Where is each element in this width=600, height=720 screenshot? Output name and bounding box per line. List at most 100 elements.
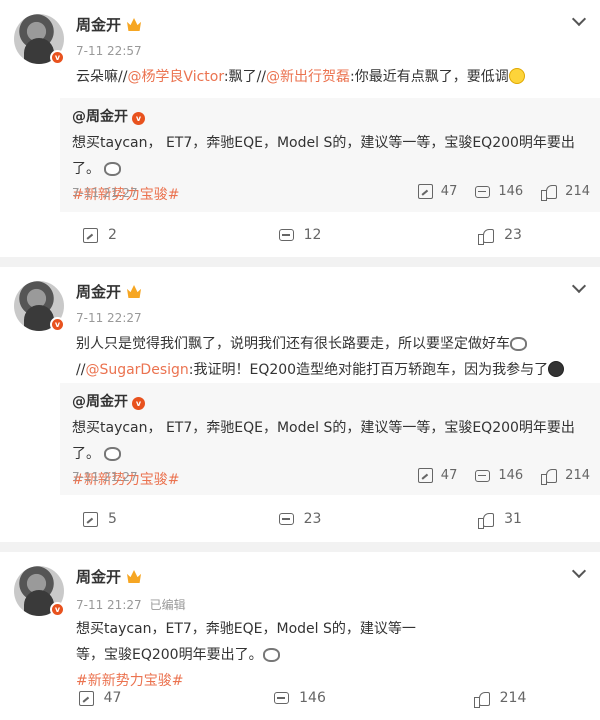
mention-link[interactable]: @杨学良Victor — [127, 69, 223, 85]
quoted-like[interactable]: 214 — [541, 184, 590, 201]
chevron-down-icon[interactable] — [571, 563, 587, 579]
like-count: 23 — [504, 227, 522, 243]
post-text-body: 想买taycan，ET7，奔驰EQE，Model S的，建议等一等，宝骏EQ20… — [76, 621, 416, 663]
repost-button[interactable]: 2 — [0, 227, 200, 243]
author-name-text[interactable]: 周金开 — [76, 568, 121, 586]
like-button[interactable]: 23 — [400, 227, 600, 245]
emoji-icon — [508, 68, 525, 84]
comment-icon — [475, 185, 491, 198]
quoted-author-name[interactable]: @周金开 — [72, 394, 128, 410]
author-name-text[interactable]: 周金开 — [76, 283, 121, 301]
verified-badge: v — [50, 317, 65, 332]
quoted-comment[interactable]: 146 — [475, 468, 523, 483]
quoted-author-name[interactable]: @周金开 — [72, 109, 128, 125]
emoji-icon — [548, 361, 565, 377]
verified-badge: v — [50, 50, 65, 65]
comment-button[interactable]: 146 — [200, 690, 400, 706]
comment-icon — [278, 229, 294, 241]
post-time[interactable]: 7-11 22:57 — [76, 44, 142, 58]
crown-icon — [127, 570, 142, 583]
comment-icon — [274, 692, 290, 704]
like-icon — [541, 184, 558, 201]
text-segment: :你最近有点飘了，要低调 — [350, 69, 509, 85]
repost-count: 47 — [440, 184, 458, 199]
post-time[interactable]: 7-11 22:27 — [76, 311, 142, 325]
share-icon — [83, 511, 99, 527]
quoted-text-body: 想买taycan， ET7，奔驰EQE，Model S的，建议等一等，宝骏EQ2… — [72, 420, 575, 462]
crown-icon — [127, 18, 142, 31]
repost-count: 2 — [108, 227, 117, 243]
share-icon — [83, 227, 99, 243]
quoted-comment[interactable]: 146 — [475, 184, 523, 199]
text-segment: :我证明！EQ200造型绝对能打百万轿跑车，因为我参与了 — [188, 362, 549, 378]
share-icon — [417, 184, 433, 199]
comment-button[interactable]: 12 — [200, 227, 400, 243]
chevron-down-icon[interactable] — [571, 278, 587, 294]
weibo-post: v 周金开 7-11 22:57 云朵嘛//@杨学良Victor:飘了//@新出… — [0, 0, 600, 257]
author-name[interactable]: 周金开 — [76, 566, 142, 587]
weibo-post: v 周金开 7-11 21:27 已编辑 想买taycan，ET7，奔驰EQE，M… — [0, 552, 600, 720]
post-text: 云朵嘛//@杨学良Victor:飘了//@新出行贺磊:你最近有点飘了，要低调 — [76, 64, 582, 90]
quoted-like[interactable]: 214 — [541, 468, 590, 485]
comment-count: 12 — [303, 227, 322, 243]
text-segment: 云朵嘛// — [76, 69, 128, 85]
quoted-time[interactable]: 7-11 21:27 — [72, 186, 138, 200]
repost-count: 47 — [103, 690, 122, 706]
verified-badge: v — [132, 397, 145, 410]
emoji-icon — [104, 162, 122, 176]
like-count: 214 — [499, 690, 527, 706]
comment-count: 146 — [498, 184, 524, 199]
share-icon — [78, 690, 94, 706]
like-icon — [541, 468, 558, 485]
repost-button[interactable]: 47 — [0, 690, 200, 706]
like-button[interactable]: 31 — [400, 511, 600, 529]
quoted-stats: 47 146 214 — [400, 468, 590, 485]
emoji-icon — [262, 648, 280, 662]
quoted-text-body: 想买taycan， ET7，奔驰EQE，Model S的，建议等一等，宝骏EQ2… — [72, 135, 575, 177]
quoted-author[interactable]: @周金开 v — [72, 106, 145, 126]
repost-button[interactable]: 5 — [0, 511, 200, 527]
quoted-post[interactable]: @周金开 v 想买taycan， ET7，奔驰EQE，Model S的，建议等一等… — [60, 98, 600, 212]
repost-count: 47 — [440, 468, 458, 483]
weibo-post: v 周金开 7-11 22:27 别人只是觉得我们飘了，说明我们还有很长路要走，… — [0, 267, 600, 542]
quoted-repost[interactable]: 47 — [417, 468, 458, 483]
crown-icon — [127, 285, 142, 298]
post-meta: 7-11 21:27 已编辑 — [76, 596, 186, 613]
comment-count: 146 — [498, 468, 524, 483]
like-icon — [478, 228, 495, 245]
action-bar: 5 23 31 — [0, 497, 600, 541]
like-button[interactable]: 214 — [400, 690, 600, 708]
mention-link[interactable]: @新出行贺磊 — [266, 69, 350, 85]
like-count: 31 — [504, 511, 522, 527]
quoted-author[interactable]: @周金开 v — [72, 391, 145, 411]
comment-button[interactable]: 23 — [200, 511, 400, 527]
quoted-stats: 47 146 214 — [400, 184, 590, 201]
edited-label[interactable]: 已编辑 — [150, 598, 186, 612]
share-icon — [417, 468, 433, 483]
verified-badge: v — [132, 112, 145, 125]
quoted-time[interactable]: 7-11 21:27 — [72, 470, 138, 484]
like-icon — [473, 691, 490, 708]
post-text: 别人只是觉得我们飘了，说明我们还有很长路要走，所以要坚定做好车//@SugarD… — [76, 331, 582, 383]
emoji-icon — [510, 337, 527, 351]
chevron-down-icon[interactable] — [571, 11, 587, 27]
author-name[interactable]: 周金开 — [76, 281, 142, 302]
comment-count: 23 — [303, 511, 322, 527]
author-name-text[interactable]: 周金开 — [76, 16, 121, 34]
comment-icon — [278, 513, 294, 525]
quoted-post[interactable]: @周金开 v 想买taycan， ET7，奔驰EQE，Model S的，建议等一等… — [60, 383, 600, 495]
like-count: 214 — [565, 184, 590, 199]
mention-link[interactable]: @SugarDesign — [85, 362, 188, 378]
action-bar: 2 12 23 — [0, 213, 600, 257]
repost-count: 5 — [108, 511, 117, 527]
post-time[interactable]: 7-11 21:27 — [76, 598, 142, 612]
like-icon — [478, 512, 495, 529]
like-count: 214 — [565, 468, 590, 483]
action-bar: 47 146 214 — [0, 676, 600, 720]
text-segment: 别人只是觉得我们飘了，说明我们还有很长路要走，所以要坚定做好车 — [76, 336, 510, 352]
quoted-repost[interactable]: 47 — [417, 184, 458, 199]
author-name[interactable]: 周金开 — [76, 14, 142, 35]
text-segment: :飘了// — [223, 69, 267, 85]
comment-count: 146 — [299, 690, 326, 706]
verified-badge: v — [50, 602, 65, 617]
